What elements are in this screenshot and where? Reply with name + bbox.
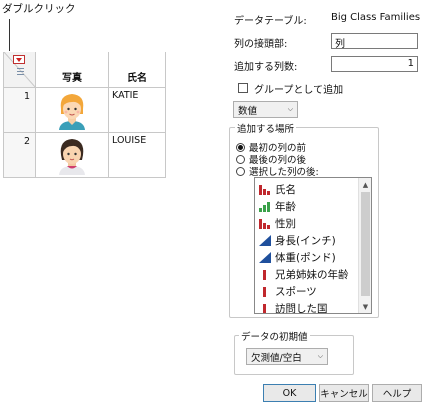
list-item-sex[interactable]: 性別: [259, 215, 296, 231]
nominal-red-bars-icon: [259, 217, 271, 229]
list-item-countries-visited[interactable]: 訪問した国: [259, 300, 328, 313]
row-number[interactable]: 2: [4, 133, 36, 178]
avatar-louise-image: [59, 139, 85, 175]
cancel-button[interactable]: キャンセル: [319, 384, 369, 402]
column-count-label: 追加する列数:: [234, 62, 298, 73]
radio-icon: [236, 154, 245, 164]
column-listbox[interactable]: 氏名 年齢 性別 身長(インチ) 体重(ポンド) 兄弟姉妹の年齢 スポーツ 訪問…: [254, 177, 372, 314]
name-cell[interactable]: LOUISE: [109, 133, 166, 178]
nominal-red-bars-icon: [259, 183, 271, 195]
avatar-katie-image: [59, 94, 85, 130]
name-cell[interactable]: KATIE: [109, 88, 166, 133]
data-type-select[interactable]: 数値 ⌵: [233, 101, 298, 118]
data-table-name: Big Class Families: [331, 12, 421, 23]
unstructured-red-bar-icon: [259, 285, 271, 297]
list-item-name[interactable]: 氏名: [259, 181, 296, 197]
group-checkbox[interactable]: [238, 83, 248, 93]
row-number[interactable]: 1: [4, 88, 36, 133]
unstructured-red-bar-icon: [259, 268, 271, 280]
group-checkbox-label: グループとして追加: [254, 85, 344, 96]
prefix-label: 列の接頭部:: [234, 39, 288, 50]
list-item-age[interactable]: 年齢: [259, 198, 296, 214]
rows-list-icon: [17, 68, 24, 76]
data-table-label: データテーブル:: [234, 16, 307, 27]
list-scrollbar[interactable]: ▲ ▼: [358, 178, 371, 313]
radio-icon: [236, 166, 245, 176]
column-header-name[interactable]: 氏名: [109, 52, 166, 88]
continuous-blue-triangle-icon: [259, 251, 271, 263]
radio-after-last[interactable]: 最後の列の後: [236, 154, 306, 166]
radio-before-first[interactable]: 最初の列の前: [236, 142, 306, 154]
scroll-thumb[interactable]: [361, 192, 370, 296]
chevron-down-icon: ⌵: [287, 105, 293, 113]
list-item-sports[interactable]: スポーツ: [259, 283, 317, 299]
column-header-photo[interactable]: 写真: [36, 52, 109, 88]
list-item-weight[interactable]: 体重(ポンド): [259, 249, 336, 265]
list-item-sibling-ages[interactable]: 兄弟姉妹の年齢: [259, 266, 349, 282]
double-click-callout: ダブルクリック: [2, 3, 76, 15]
table-row: 1 KATIE: [4, 88, 166, 133]
photo-cell[interactable]: [36, 88, 109, 133]
location-group-label: 追加する場所: [235, 121, 297, 135]
radio-label: 選択した列の後:: [249, 167, 319, 178]
scroll-down-icon[interactable]: ▼: [359, 300, 371, 313]
radio-after-selected[interactable]: 選択した列の後:: [236, 166, 319, 178]
help-button[interactable]: ヘルプ: [372, 384, 422, 402]
table-corner[interactable]: [4, 52, 36, 88]
data-type-select-value: 数値: [238, 105, 258, 117]
radio-selected-icon: [236, 142, 245, 152]
prefix-input[interactable]: 列: [331, 33, 418, 50]
unstructured-red-bar-icon: [259, 302, 271, 313]
chevron-down-icon: ⌵: [317, 352, 323, 360]
column-count-input[interactable]: 1: [331, 56, 418, 72]
continuous-blue-triangle-icon: [259, 234, 271, 246]
table-header-row: 写真 氏名: [4, 52, 166, 88]
ok-button[interactable]: OK: [263, 384, 316, 402]
table-row: 2 LOUISE: [4, 133, 166, 178]
photo-cell[interactable]: [36, 133, 109, 178]
callout-leader-line: [9, 19, 10, 51]
scroll-up-icon[interactable]: ▲: [359, 178, 371, 191]
initial-value-select[interactable]: 欠測値/空白 ⌵: [246, 348, 328, 365]
list-item-height[interactable]: 身長(インチ): [259, 232, 336, 248]
ordinal-green-bars-icon: [259, 200, 271, 212]
data-table-grid: 写真 氏名 1 KATIE 2 LOUISE: [3, 52, 166, 178]
table-menu-red-triangle-icon[interactable]: [13, 55, 25, 64]
initial-value-select-value: 欠測値/空白: [251, 352, 302, 364]
initial-value-group-label: データの初期値: [239, 329, 310, 343]
